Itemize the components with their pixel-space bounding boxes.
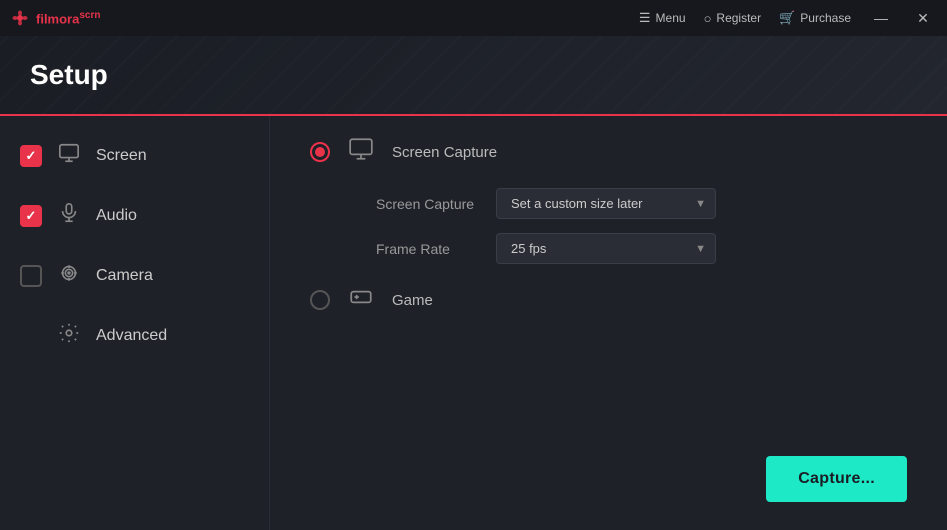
sidebar-item-advanced[interactable]: Advanced bbox=[0, 306, 269, 366]
purchase-button[interactable]: 🛒 Purchase bbox=[779, 10, 851, 26]
frame-rate-select[interactable]: 25 fps ▼ bbox=[496, 233, 716, 264]
minimize-button[interactable]: — bbox=[869, 6, 893, 30]
sidebar-item-camera[interactable]: Camera bbox=[0, 246, 269, 306]
screen-capture-option[interactable]: Screen Capture bbox=[310, 136, 907, 168]
game-option[interactable]: Game bbox=[310, 284, 907, 316]
screen-capture-radio[interactable] bbox=[310, 142, 330, 162]
titlebar: filmorascrn ☰ Menu ○ Register 🛒 Purchase… bbox=[0, 0, 947, 36]
camera-icon bbox=[56, 262, 82, 290]
audio-checkbox[interactable] bbox=[20, 205, 42, 227]
sidebar-item-audio[interactable]: Audio bbox=[0, 186, 269, 246]
frame-rate-row: Frame Rate 25 fps ▼ bbox=[376, 233, 907, 264]
gamepad-icon bbox=[346, 284, 376, 316]
game-label: Game bbox=[392, 292, 512, 309]
screen-checkbox[interactable] bbox=[20, 145, 42, 167]
microphone-icon bbox=[56, 202, 82, 230]
register-button[interactable]: ○ Register bbox=[704, 11, 762, 26]
menu-button[interactable]: ☰ Menu bbox=[639, 10, 686, 26]
titlebar-right: ☰ Menu ○ Register 🛒 Purchase — ✕ bbox=[639, 6, 935, 30]
camera-label: Camera bbox=[96, 267, 153, 285]
page-title: Setup bbox=[30, 59, 108, 91]
logo-area: filmorascrn bbox=[12, 10, 100, 26]
screen-capture-size-label: Screen Capture bbox=[376, 196, 476, 212]
screen-capture-size-row: Screen Capture Set a custom size later ▼ bbox=[376, 188, 907, 219]
cart-icon: 🛒 bbox=[779, 10, 795, 26]
menu-icon: ☰ bbox=[639, 10, 651, 26]
gear-icon bbox=[56, 322, 82, 350]
logo-icon bbox=[12, 10, 28, 26]
header-stripe: Setup bbox=[0, 36, 947, 116]
screen-capture-fields: Screen Capture Set a custom size later ▼… bbox=[376, 188, 907, 264]
main-content: Screen Audio bbox=[0, 116, 947, 530]
register-icon: ○ bbox=[704, 11, 712, 26]
screen-capture-size-value[interactable]: Set a custom size later bbox=[496, 188, 716, 219]
audio-label: Audio bbox=[96, 207, 137, 225]
screen-icon bbox=[56, 142, 82, 170]
advanced-label: Advanced bbox=[96, 327, 167, 345]
monitor-icon bbox=[346, 136, 376, 168]
game-radio[interactable] bbox=[310, 290, 330, 310]
screen-capture-label: Screen Capture bbox=[392, 144, 512, 161]
content-area: Screen Capture Screen Capture Set a cust… bbox=[270, 116, 947, 530]
camera-checkbox[interactable] bbox=[20, 265, 42, 287]
logo-text: filmorascrn bbox=[36, 10, 100, 26]
screen-label: Screen bbox=[96, 147, 147, 165]
close-button[interactable]: ✕ bbox=[911, 6, 935, 30]
sidebar: Screen Audio bbox=[0, 116, 270, 530]
sidebar-item-screen[interactable]: Screen bbox=[0, 126, 269, 186]
screen-capture-size-select[interactable]: Set a custom size later ▼ bbox=[496, 188, 716, 219]
frame-rate-value[interactable]: 25 fps bbox=[496, 233, 716, 264]
frame-rate-label: Frame Rate bbox=[376, 241, 476, 257]
capture-button[interactable]: Capture... bbox=[766, 456, 907, 502]
